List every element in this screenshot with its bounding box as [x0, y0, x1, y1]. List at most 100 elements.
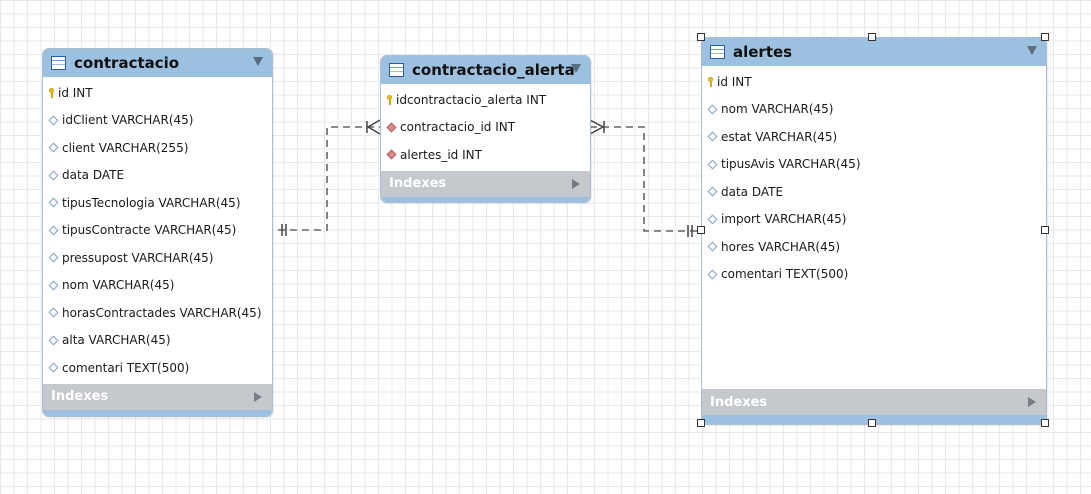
column-label: data DATE [721, 184, 784, 199]
column-icon [48, 142, 59, 153]
resize-handle-top-right[interactable] [1041, 33, 1049, 41]
column-row[interactable]: comentari TEXT(500) [702, 261, 1046, 289]
column-icon [48, 197, 59, 208]
column-label: tipusAvis VARCHAR(45) [721, 157, 861, 172]
column-list: idcontractacio_alerta INT contractacio_id… [381, 84, 590, 171]
column-row[interactable]: comentari TEXT(500) [43, 354, 272, 382]
relationship-contractacio-alerta-to-alertes[interactable] [589, 119, 700, 237]
column-row[interactable]: import VARCHAR(45) [702, 206, 1046, 234]
column-label: data DATE [62, 168, 125, 183]
table-icon [51, 56, 66, 70]
foreign-key-icon [386, 149, 397, 160]
column-row[interactable]: client VARCHAR(255) [43, 134, 272, 162]
table-contractacio-alerta[interactable]: contractacio_alerta idcontractacio_alert… [380, 55, 591, 203]
column-list: id INT nom VARCHAR(45) estat VARCHAR(45) ti… [702, 66, 1046, 290]
expand-arrow-icon[interactable] [254, 391, 262, 402]
column-label: pressupost VARCHAR(45) [62, 250, 214, 265]
column-label: horasContractades VARCHAR(45) [62, 305, 262, 320]
column-icon [707, 241, 718, 252]
connector-line [278, 126, 380, 231]
column-row[interactable]: idClient VARCHAR(45) [43, 107, 272, 135]
resize-handle-bottom-left[interactable] [697, 419, 705, 427]
primary-key-icon [49, 87, 54, 98]
table-header[interactable]: contractacio [43, 49, 272, 77]
table-icon [710, 45, 725, 59]
column-label: comentari TEXT(500) [62, 360, 190, 375]
column-row[interactable]: id INT [702, 68, 1046, 96]
resize-handle-top-center[interactable] [868, 33, 876, 41]
column-icon [707, 186, 718, 197]
column-row[interactable]: data DATE [702, 178, 1046, 206]
column-label: nom VARCHAR(45) [721, 102, 834, 117]
column-row[interactable]: estat VARCHAR(45) [702, 123, 1046, 151]
table-title: alertes [733, 43, 793, 61]
primary-key-icon [387, 94, 392, 105]
column-row[interactable]: tipusContracte VARCHAR(45) [43, 217, 272, 245]
column-icon [48, 170, 59, 181]
column-label: import VARCHAR(45) [721, 212, 847, 227]
column-row[interactable]: tipusAvis VARCHAR(45) [702, 151, 1046, 179]
resize-handle-bottom-center[interactable] [868, 419, 876, 427]
table-footer [43, 409, 272, 416]
table-title: contractacio [74, 54, 180, 72]
resize-handle-middle-right[interactable] [1041, 226, 1049, 234]
column-row[interactable]: idcontractacio_alerta INT [381, 86, 590, 114]
column-row[interactable]: pressupost VARCHAR(45) [43, 244, 272, 272]
connector-line [590, 126, 700, 232]
er-diagram-canvas[interactable]: contractacio id INT idClient VARCHAR(45) c… [0, 0, 1091, 494]
expand-arrow-icon[interactable] [572, 178, 580, 189]
table-alertes[interactable]: alertes id INT nom VARCHAR(45) estat VARCH… [701, 37, 1047, 425]
column-label: tipusContracte VARCHAR(45) [62, 223, 237, 238]
resize-handle-bottom-right[interactable] [1041, 419, 1049, 427]
column-icon [707, 159, 718, 170]
column-label: hores VARCHAR(45) [721, 239, 841, 254]
column-row[interactable]: horasContractades VARCHAR(45) [43, 299, 272, 327]
column-label: id INT [58, 85, 93, 100]
column-row[interactable]: alta VARCHAR(45) [43, 327, 272, 355]
expand-arrow-icon[interactable] [1028, 397, 1036, 407]
column-icon [48, 335, 59, 346]
column-row[interactable]: nom VARCHAR(45) [43, 272, 272, 300]
column-label: estat VARCHAR(45) [721, 129, 838, 144]
indexes-section[interactable]: Indexes [381, 170, 590, 197]
column-icon [707, 214, 718, 225]
column-label: contractacio_id INT [400, 120, 516, 135]
column-row[interactable]: alertes_id INT [381, 141, 590, 169]
table-contractacio[interactable]: contractacio id INT idClient VARCHAR(45) c… [42, 48, 273, 417]
column-label: alertes_id INT [400, 147, 482, 162]
collapse-arrow-icon[interactable] [571, 64, 581, 73]
column-label: nom VARCHAR(45) [62, 278, 175, 293]
table-icon [389, 63, 404, 77]
column-row[interactable]: tipusTecnologia VARCHAR(45) [43, 189, 272, 217]
column-label: client VARCHAR(255) [62, 140, 189, 155]
column-row[interactable]: contractacio_id INT [381, 114, 590, 142]
column-label: alta VARCHAR(45) [62, 333, 171, 348]
relationship-contractacio-to-contractacio-alerta[interactable] [278, 119, 381, 236]
column-list: id INT idClient VARCHAR(45) client VARCHAR… [43, 77, 272, 384]
table-header[interactable]: alertes [702, 38, 1046, 66]
indexes-section[interactable]: Indexes [702, 389, 1046, 415]
foreign-key-icon [386, 122, 397, 133]
column-label: idcontractacio_alerta INT [396, 92, 547, 107]
collapse-arrow-icon[interactable] [1027, 46, 1037, 55]
table-footer [381, 196, 590, 202]
collapse-arrow-icon[interactable] [253, 57, 263, 66]
column-row[interactable]: data DATE [43, 162, 272, 190]
table-title: contractacio_alerta [412, 61, 575, 79]
column-label: comentari TEXT(500) [721, 267, 849, 282]
table-header[interactable]: contractacio_alerta [381, 56, 590, 84]
column-icon [48, 307, 59, 318]
resize-handle-top-left[interactable] [697, 33, 705, 41]
column-icon [48, 362, 59, 373]
indexes-section[interactable]: Indexes [43, 383, 272, 410]
column-row[interactable]: id INT [43, 79, 272, 107]
resize-handle-middle-left[interactable] [697, 226, 705, 234]
column-icon [707, 104, 718, 115]
indexes-label: Indexes [51, 389, 109, 404]
column-row[interactable]: hores VARCHAR(45) [702, 233, 1046, 261]
column-icon [707, 269, 718, 280]
indexes-label: Indexes [710, 394, 768, 410]
column-row[interactable]: nom VARCHAR(45) [702, 96, 1046, 124]
column-icon [48, 225, 59, 236]
column-icon [48, 280, 59, 291]
